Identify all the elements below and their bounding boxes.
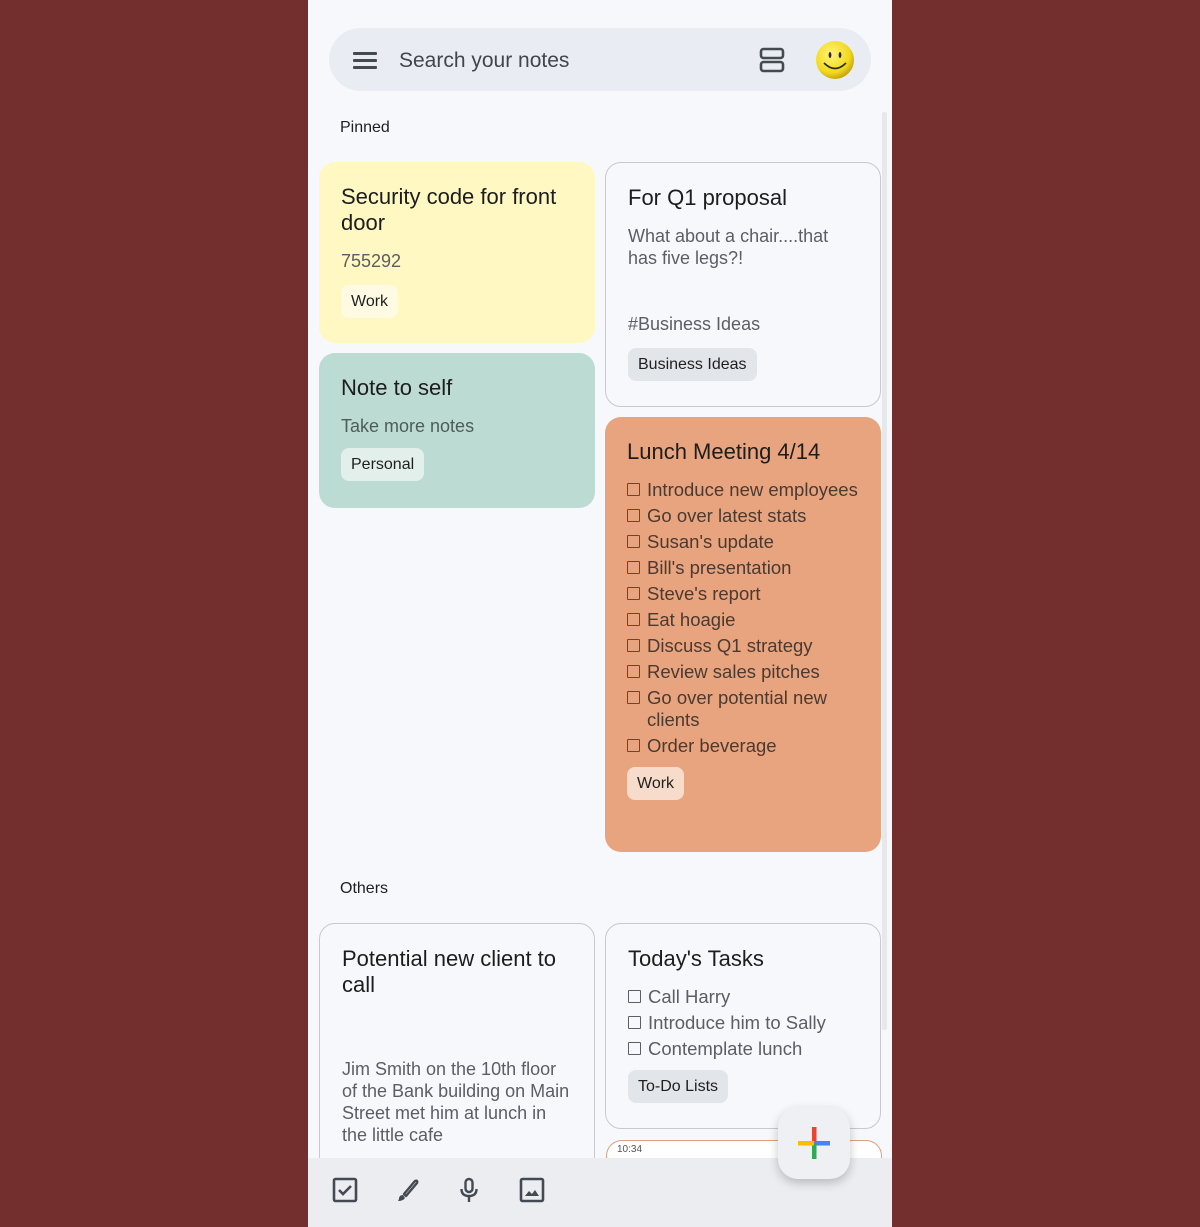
scrollbar[interactable] <box>882 112 887 1030</box>
checkbox[interactable] <box>628 990 641 1003</box>
note-card-note-to-self[interactable]: Note to self Take more notes Personal <box>319 353 595 508</box>
checklist-item: Introduce him to Sally <box>648 1012 826 1033</box>
checklist-item: Susan's update <box>647 531 774 552</box>
checkbox[interactable] <box>628 1042 641 1055</box>
list-view-icon[interactable] <box>759 47 785 73</box>
plus-icon <box>798 1127 830 1159</box>
checkbox[interactable] <box>627 587 640 600</box>
label-chip-personal[interactable]: Personal <box>341 448 425 481</box>
label-chip-todo-lists[interactable]: To-Do Lists <box>628 1070 729 1103</box>
search-input[interactable] <box>397 42 741 80</box>
note-body: Take more notes <box>341 416 475 436</box>
image-icon[interactable] <box>518 1176 546 1204</box>
checkbox[interactable] <box>628 1016 641 1029</box>
new-note-fab[interactable] <box>778 1107 850 1179</box>
note-card-lunch-meeting[interactable]: Lunch Meeting 4/14 Introduce new employe… <box>605 417 881 852</box>
checkbox[interactable] <box>627 739 640 752</box>
note-title: For Q1 proposal <box>628 185 787 210</box>
checklist-item: Contemplate lunch <box>648 1038 803 1059</box>
note-title: Today's Tasks <box>628 946 764 971</box>
microphone-icon[interactable] <box>455 1176 483 1204</box>
brush-icon[interactable] <box>393 1176 421 1204</box>
pinned-heading: Pinned <box>340 119 390 136</box>
note-card-security-code[interactable]: Security code for front door 755292 Work <box>319 162 595 343</box>
checkbox[interactable] <box>627 613 640 626</box>
label-chip-business-ideas[interactable]: Business Ideas <box>628 348 757 381</box>
new-list-checkbox-icon[interactable] <box>331 1176 359 1204</box>
note-title: Potential new client to call <box>342 946 557 997</box>
checklist-item: Call Harry <box>648 986 731 1007</box>
checklist-item: Review sales pitches <box>647 661 820 682</box>
screenshot-time: 10:34 <box>617 1144 643 1155</box>
note-card-todays-tasks[interactable]: Today's Tasks Call Harry Introduce him t… <box>605 923 881 1129</box>
checklist-item: Order beverage <box>647 735 777 756</box>
menu-icon[interactable] <box>353 50 379 70</box>
others-heading: Others <box>340 880 389 897</box>
checklist-item: Introduce new employees <box>647 479 858 500</box>
note-hashtag: #Business Ideas <box>628 314 761 334</box>
checklist-item: Go over potential new clients <box>647 687 827 730</box>
checklist-item: Go over latest stats <box>647 505 807 526</box>
note-title: Note to self <box>341 375 453 400</box>
checklist: Call Harry Introduce him to Sally Contem… <box>628 986 858 1060</box>
checkbox[interactable] <box>627 665 640 678</box>
checkbox[interactable] <box>627 639 640 652</box>
checkbox[interactable] <box>627 561 640 574</box>
note-body: 755292 <box>341 251 402 271</box>
note-body: What about a chair....that has five legs… <box>628 226 829 268</box>
checkbox[interactable] <box>627 483 640 496</box>
note-title: Security code for front door <box>341 184 557 235</box>
checklist-item: Steve's report <box>647 583 761 604</box>
checkbox[interactable] <box>627 691 640 704</box>
checklist: Introduce new employees Go over latest s… <box>627 479 859 757</box>
checklist-item: Discuss Q1 strategy <box>647 635 813 656</box>
checkbox[interactable] <box>627 535 640 548</box>
note-body: Jim Smith on the 10th floor of the Bank … <box>342 1059 570 1145</box>
checklist-item: Bill's presentation <box>647 557 792 578</box>
avatar[interactable] <box>815 40 855 80</box>
label-chip-work[interactable]: Work <box>627 767 685 800</box>
search-bar[interactable] <box>329 28 871 91</box>
checklist-item: Eat hoagie <box>647 609 736 630</box>
checkbox[interactable] <box>627 509 640 522</box>
note-title: Lunch Meeting 4/14 <box>627 439 821 464</box>
keep-app: Pinned Security code for front door 7552… <box>308 0 892 1227</box>
label-chip-work[interactable]: Work <box>341 285 399 318</box>
note-card-q1-proposal[interactable]: For Q1 proposal What about a chair....th… <box>605 162 881 407</box>
